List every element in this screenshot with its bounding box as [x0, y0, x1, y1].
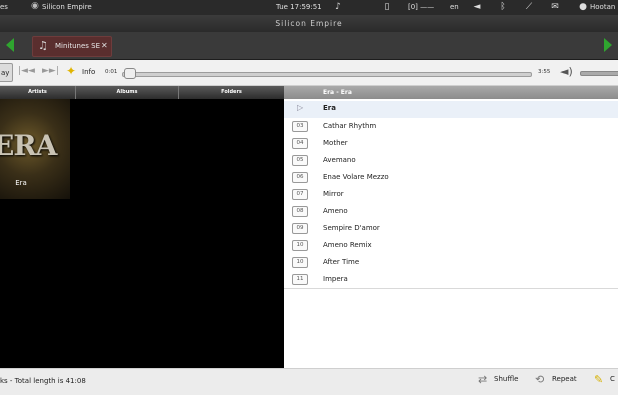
track-row[interactable]: 04 Mother [284, 135, 618, 153]
track-title: Cathar Rhythm [323, 122, 377, 130]
track-number: 10 [292, 240, 308, 251]
track-row[interactable]: 11 Impera [284, 271, 618, 289]
track-row[interactable]: 10 Ameno Remix [284, 237, 618, 255]
mail-icon[interactable]: ✉ [550, 2, 560, 13]
status-text: ks - Total length is 41:08 [0, 377, 86, 385]
app-name[interactable]: Silicon Empire [42, 3, 92, 11]
track-number: 10 [292, 257, 308, 268]
close-tab-icon[interactable]: ✕ [101, 41, 108, 50]
album-art-text: ERA [0, 129, 57, 162]
elapsed-time: 0:01 [105, 69, 118, 75]
volume-icon[interactable]: ◄ [472, 2, 482, 13]
phone-icon[interactable]: ▯ [382, 2, 392, 13]
track-number: 03 [292, 121, 308, 132]
user-name[interactable]: Hootan B [590, 3, 618, 11]
menu-fragment[interactable]: es [0, 3, 8, 11]
track-row[interactable]: 07 Mirror [284, 186, 618, 204]
music-note-icon: ♫ [38, 39, 48, 52]
track-number: 11 [292, 274, 308, 285]
track-number: 07 [292, 189, 308, 200]
total-time: 3:55 [538, 69, 551, 75]
library-browser: Artists Albums Folders ERA Era [0, 86, 284, 368]
track-title: Impera [323, 275, 348, 283]
shuffle-button[interactable]: Shuffle [494, 375, 518, 383]
repeat-icon[interactable]: ⟲ [535, 373, 544, 386]
system-panel: es ◉ Silicon Empire Tue 17:59:51 ♪ ▯ [0]… [0, 0, 618, 15]
play-button[interactable]: ay [0, 63, 13, 82]
track-title: Avemano [323, 156, 356, 164]
clear-broom-icon[interactable]: ✎ [594, 373, 603, 386]
info-star-icon[interactable]: ✦ [66, 64, 76, 78]
seek-slider[interactable] [122, 72, 532, 77]
track-row[interactable]: 05 Avemano [284, 152, 618, 170]
track-row[interactable]: 09 Sempire D'amor [284, 220, 618, 238]
clock[interactable]: Tue 17:59:51 [276, 3, 322, 11]
tab-label: Minitunes SE [55, 42, 101, 50]
track-title: Enae Volare Mezzo [323, 173, 389, 181]
playlist-header: Era - Era [284, 86, 618, 99]
group-title: Era [323, 104, 336, 112]
playlist-group-row[interactable]: ▷ Era [284, 101, 618, 119]
volume-slider[interactable] [580, 71, 618, 76]
track-title: After Time [323, 258, 360, 266]
track-title: Ameno [323, 207, 348, 215]
seek-handle[interactable] [124, 68, 136, 79]
repeat-button[interactable]: Repeat [552, 375, 577, 383]
playlist-header-title: Era - Era [323, 89, 352, 96]
track-row[interactable]: 03 Cathar Rhythm [284, 118, 618, 136]
column-albums[interactable]: Albums [76, 86, 179, 99]
track-number: 09 [292, 223, 308, 234]
window-title-bar[interactable]: Silicon Empire [0, 15, 618, 32]
network-icon[interactable]: ⟋ [524, 2, 534, 13]
tab-scroll-right-icon[interactable] [604, 38, 612, 52]
track-number: 08 [292, 206, 308, 217]
track-row[interactable]: 08 Ameno [284, 203, 618, 221]
shuffle-icon[interactable]: ⇄ [478, 373, 487, 386]
skip-back-icon[interactable]: |◄◄ [18, 66, 35, 76]
column-folders[interactable]: Folders [179, 86, 284, 99]
track-row[interactable]: 10 After Time [284, 254, 618, 272]
tab-scroll-left-icon[interactable] [6, 38, 14, 52]
tab-strip: ♫ Minitunes SE ✕ [0, 32, 618, 60]
artist-caption: Era [15, 179, 27, 187]
volume-icon[interactable]: ◄) [560, 65, 573, 78]
music-icon[interactable]: ♪ [333, 2, 343, 13]
track-number: 05 [292, 155, 308, 166]
track-title: Ameno Remix [323, 241, 372, 249]
track-title: Mother [323, 139, 348, 147]
toolbar: ay |◄◄ ►►| ✦ Info 0:01 3:55 ◄) [0, 60, 618, 86]
track-number: 04 [292, 138, 308, 149]
album-logo: ERA [0, 129, 70, 162]
app-logo-icon: ◉ [31, 1, 39, 11]
window-title: Silicon Empire [275, 19, 343, 28]
user-icon[interactable]: ● [578, 2, 588, 13]
track-number: 06 [292, 172, 308, 183]
playlist: Era - Era ▷ Era 03 Cathar Rhythm 04 Mother 0… [284, 86, 618, 368]
play-label: ay [1, 69, 10, 77]
language-indicator[interactable]: en [450, 3, 459, 11]
info-button[interactable]: Info [82, 68, 95, 76]
now-playing-icon: ▷ [297, 103, 304, 112]
track-title: Mirror [323, 190, 344, 198]
skip-forward-icon[interactable]: ►►| [42, 66, 59, 76]
tab-minitunes[interactable]: ♫ Minitunes SE ✕ [32, 36, 112, 57]
track-row[interactable]: 06 Enae Volare Mezzo [284, 169, 618, 187]
status-bar: ks - Total length is 41:08 ⇄ Shuffle ⟲ R… [0, 368, 618, 395]
bluetooth-icon[interactable]: ᛒ [498, 2, 508, 13]
column-artists[interactable]: Artists [0, 86, 76, 99]
indicator-text[interactable]: [0] —— [408, 3, 434, 11]
track-title: Sempire D'amor [323, 224, 380, 232]
clear-button[interactable]: C [610, 375, 615, 383]
